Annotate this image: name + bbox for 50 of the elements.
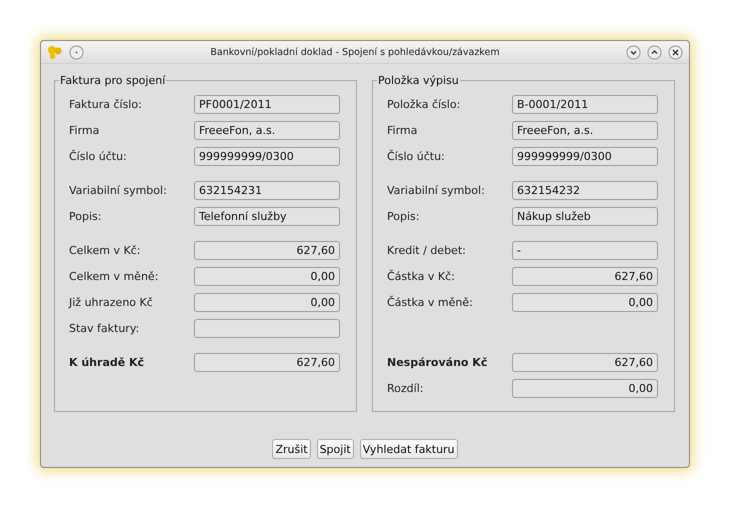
app-logo-icon [47,44,63,60]
field-label: Popis: [69,210,102,222]
field-label: Nespárováno Kč [387,356,488,368]
input-field[interactable]: - [512,240,658,260]
field-label: Variabilní symbol: [69,184,168,196]
input-field[interactable]: 0,00 [194,266,340,286]
input-field[interactable]: Nákup služeb [512,206,658,226]
maximize-icon[interactable] [647,44,662,60]
field-label: Firma [387,124,418,136]
dialog-button[interactable]: Zrušit [272,439,311,459]
dialog-button[interactable]: Vyhledat fakturu [360,439,458,459]
input-field[interactable]: 627,60 [194,240,340,260]
input-field[interactable]: 627,60 [512,266,658,286]
field-label: Firma [69,124,100,136]
field-label: Částka v Kč: [387,270,456,282]
field-label: Popis: [387,210,420,222]
input-field[interactable]: 999999999/0300 [194,146,340,166]
close-icon[interactable] [668,44,683,60]
field-label: Kredit / debet: [387,244,467,256]
input-field[interactable]: FreeeFon, a.s. [512,120,658,140]
dialog-button[interactable]: Spojit [316,439,354,459]
field-label: Již uhrazeno Kč [69,296,154,308]
input-field[interactable] [194,318,340,338]
field-label: Rozdíl: [387,382,424,394]
input-field[interactable]: 0,00 [512,292,658,312]
input-field[interactable]: Telefonní služby [194,206,340,226]
field-label: Částka v měně: [387,296,474,308]
field-label: Číslo účtu: [69,150,128,162]
field-label: Stav faktury: [69,322,140,334]
field-label: Celkem v Kč: [69,244,142,256]
minimize-icon[interactable] [626,44,641,60]
field-label: Číslo účtu: [387,150,446,162]
input-field[interactable]: B-0001/2011 [512,94,658,114]
input-field[interactable]: FreeeFon, a.s. [194,120,340,140]
field-label: Faktura číslo: [69,98,143,110]
window-title: Bankovní/pokladní doklad - Spojení s pohledávkou/závazkem [209,46,501,58]
input-field[interactable]: 0,00 [194,292,340,312]
field-label: Položka číslo: [387,98,462,110]
group-title: Položka výpisu [377,74,460,87]
input-field[interactable]: 0,00 [512,378,658,398]
input-field[interactable]: 627,60 [512,352,658,372]
input-field[interactable]: 632154232 [512,180,658,200]
field-label: K úhradě Kč [69,356,146,368]
input-field[interactable]: 627,60 [194,352,340,372]
input-field[interactable]: 999999999/0300 [512,146,658,166]
field-label: Variabilní symbol: [387,184,486,196]
field-label: Celkem v měně: [69,270,160,282]
input-field[interactable]: PF0001/2011 [194,94,340,114]
input-field[interactable]: 632154231 [194,180,340,200]
group-title: Faktura pro spojení [59,74,166,87]
